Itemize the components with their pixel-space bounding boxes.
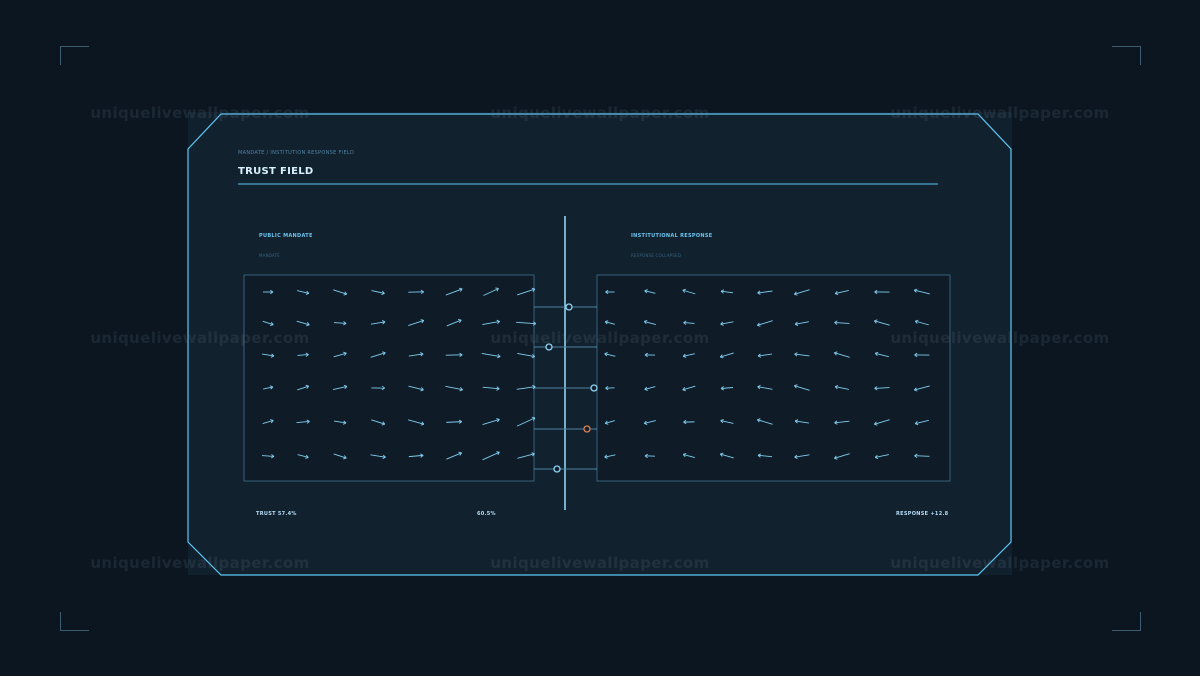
institutional-response-sublabel: RESPONSE COLLAPSED [631, 253, 682, 258]
institutional-response-label: INSTITUTIONAL RESPONSE [631, 233, 713, 239]
hud-frame [187, 112, 1012, 576]
center-readout: 60.5% [477, 511, 496, 517]
public-mandate-grid [243, 274, 535, 482]
institutional-response-grid [596, 274, 951, 482]
breadcrumb: MANDATE / INSTITUTION RESPONSE FIELD [238, 150, 355, 156]
public-mandate-label: PUBLIC MANDATE [259, 233, 313, 239]
connector-marker-dot [590, 384, 598, 392]
alert-marker-dot [583, 425, 591, 433]
trust-field-panel: MANDATE / INSTITUTION RESPONSE FIELD TRU… [0, 0, 1200, 676]
connector-marker-dot [565, 303, 573, 311]
trust-readout: TRUST 57.4% [256, 511, 297, 517]
page-title: TRUST FIELD [238, 166, 314, 177]
response-readout: RESPONSE +12.8 [896, 511, 949, 517]
connector-marker-dot [553, 465, 561, 473]
public-mandate-sublabel: MANDATE [259, 253, 280, 258]
connector-marker-dot [545, 343, 553, 351]
